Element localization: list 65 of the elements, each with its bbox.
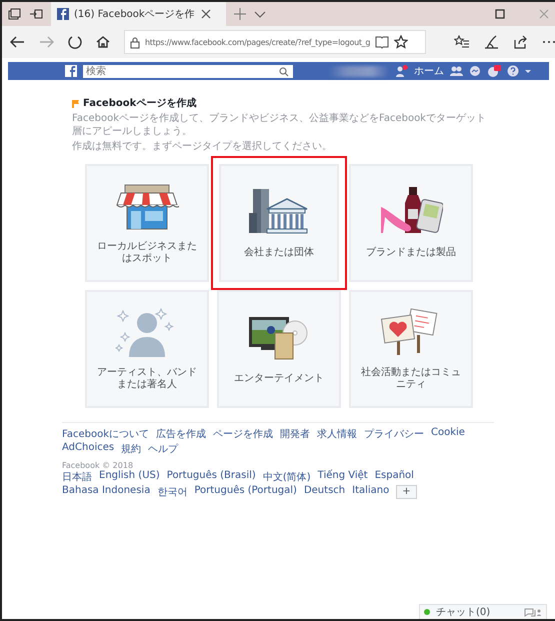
footer-link[interactable]: 開発者 (280, 426, 310, 440)
language-link[interactable]: Português (Brasil) (166, 470, 256, 484)
language-link[interactable]: 日本語 (62, 470, 92, 484)
browser-tab[interactable]: (16) Facebookページを作 (51, 2, 226, 26)
back-arrow-icon[interactable] (10, 35, 25, 49)
language-link[interactable]: Tiếng Việt (318, 470, 368, 484)
refresh-icon[interactable] (68, 35, 82, 49)
favorites-icon[interactable] (454, 35, 470, 49)
category-card[interactable]: 社会活動またはコミュニティ (349, 290, 473, 408)
share-icon[interactable] (513, 35, 528, 49)
language-link[interactable]: 한국어 (157, 484, 188, 498)
caret-icon[interactable] (525, 70, 531, 72)
home-icon[interactable] (96, 35, 110, 49)
category-card[interactable]: 会社または団体 (211, 156, 347, 290)
instruction-text: 作成は無料です。まずページタイプを選択してください。 (72, 141, 333, 154)
help-icon[interactable] (507, 65, 519, 77)
chat-bar[interactable]: チャット(0) (419, 604, 547, 619)
friends-icon[interactable] (450, 65, 463, 77)
category-card[interactable]: エンターテイメント (217, 290, 341, 408)
flag-icon (72, 98, 79, 108)
footer-link[interactable]: 求人情報 (317, 426, 357, 440)
language-link[interactable]: Português (Portugal) (194, 484, 297, 498)
language-link[interactable]: 中文(简体) (262, 470, 311, 484)
language-link[interactable]: Italiano (352, 484, 390, 498)
more-languages-button[interactable]: + (396, 484, 417, 498)
page-heading: Facebookページを作成 (83, 96, 196, 110)
tabs-aside-icon[interactable] (8, 8, 21, 20)
copyright-text: Facebook © 2018 (62, 460, 134, 470)
plus-icon[interactable] (234, 8, 246, 20)
search-icon[interactable] (279, 66, 289, 76)
blurred-profile-name (329, 66, 389, 76)
home-link[interactable]: ホーム (414, 64, 444, 78)
footer-link[interactable]: 規約 (121, 442, 142, 456)
address-field[interactable]: https://www.facebook.com/pages/create/?ref_type=logout_g (124, 30, 426, 54)
chevron-down-icon[interactable] (254, 10, 266, 18)
reading-view-icon[interactable] (375, 35, 390, 49)
close-icon[interactable] (200, 8, 212, 20)
more-icon[interactable] (542, 39, 555, 45)
star-icon[interactable] (394, 35, 408, 49)
footer-link[interactable]: プライバシー (364, 426, 424, 440)
facebook-logo-icon (57, 8, 69, 20)
tab-title: (16) Facebookページを作 (74, 8, 195, 21)
footer-link[interactable]: AdChoices (62, 442, 114, 456)
language-link[interactable]: English (US) (99, 470, 160, 484)
restore-tabs-icon[interactable] (29, 8, 43, 20)
description-text: Facebookページを作成して、ブランドやビジネス、公益事業などをFacebookでターゲット層にアピールしましょう。 (72, 113, 487, 138)
lock-icon (130, 36, 140, 48)
messages-icon[interactable] (469, 65, 481, 77)
search-field[interactable]: 検索 (83, 64, 293, 78)
profile-icon[interactable] (395, 65, 408, 77)
footer-link[interactable]: Facebookについて (62, 426, 149, 440)
language-link[interactable]: Bahasa Indonesia (62, 484, 150, 498)
footer-link[interactable]: ヘルプ (148, 442, 178, 456)
footer-link[interactable]: ページを作成 (213, 426, 273, 440)
maximize-icon[interactable] (495, 9, 505, 19)
category-card[interactable]: アーティスト、バンドまたは著名人 (85, 290, 209, 408)
language-link[interactable]: Español (374, 470, 414, 484)
language-link[interactable]: Deutsch (304, 484, 346, 498)
footer-link[interactable]: Cookie (431, 426, 465, 440)
category-card[interactable]: ローカルビジネスまたはスポット (85, 164, 209, 282)
facebook-logo-icon[interactable] (65, 65, 77, 77)
chat-options-icon[interactable] (524, 608, 542, 616)
online-dot-icon (424, 609, 430, 615)
category-card[interactable]: ブランドまたは製品 (349, 164, 473, 282)
footer-link[interactable]: 広告を作成 (156, 426, 206, 440)
